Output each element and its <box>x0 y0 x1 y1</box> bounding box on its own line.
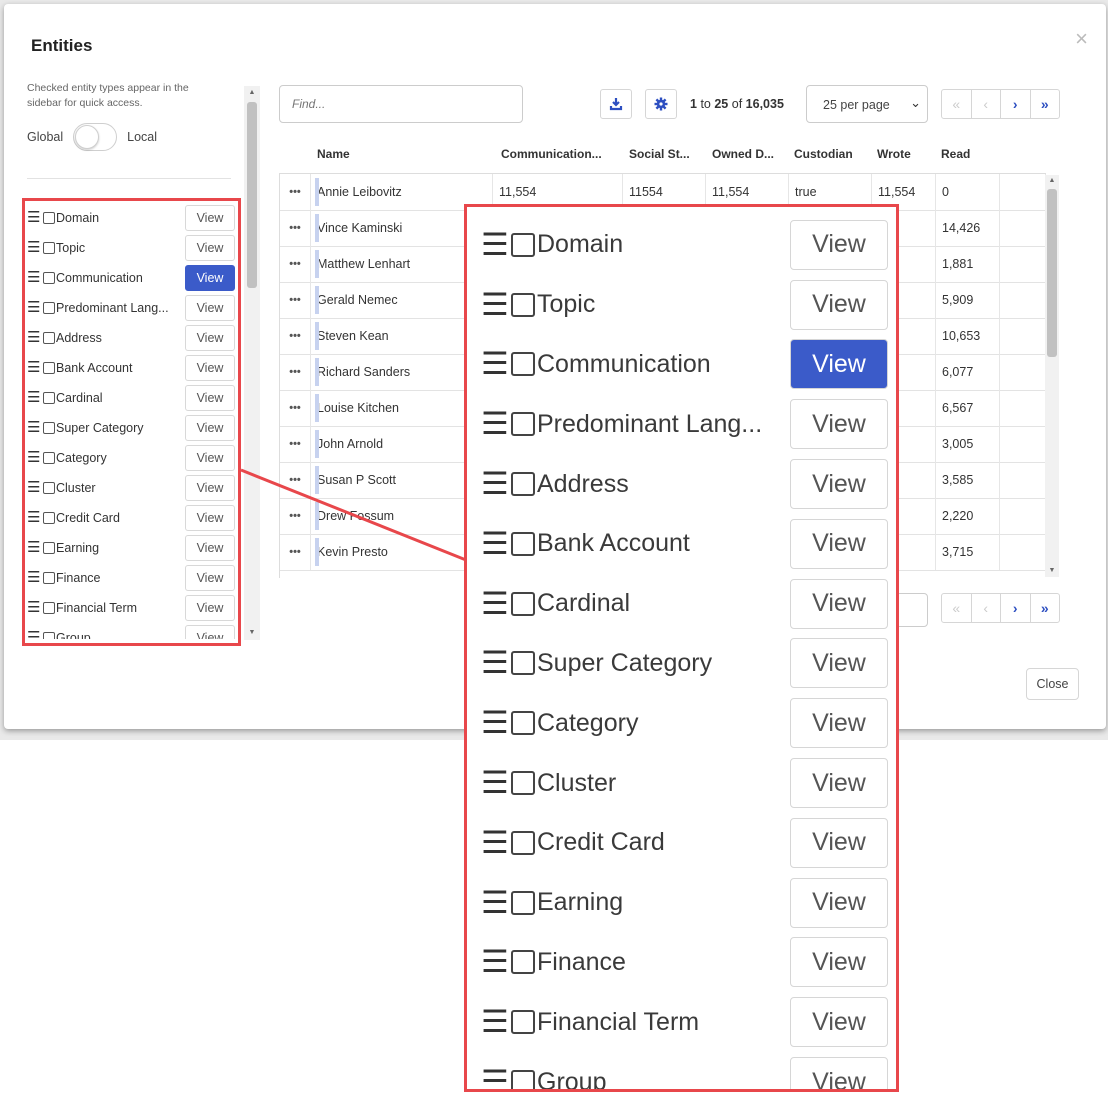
zoomed-entity-type-row: ☰ Category View <box>481 693 896 753</box>
drag-handle-icon[interactable]: ☰ <box>481 827 509 858</box>
entity-type-label: Credit Card <box>537 828 665 857</box>
view-button[interactable]: View <box>790 219 888 270</box>
zoomed-entity-type-row: ☰ Communication View <box>481 335 896 395</box>
entity-type-label: Group <box>537 1067 607 1092</box>
view-button[interactable]: View <box>790 279 888 330</box>
entity-type-label: Domain <box>537 230 624 259</box>
entity-type-label: Cluster <box>537 768 617 797</box>
view-button[interactable]: View <box>790 459 888 510</box>
drag-handle-icon[interactable]: ☰ <box>481 408 509 439</box>
view-button[interactable]: View <box>790 877 888 928</box>
drag-handle-icon[interactable]: ☰ <box>481 229 509 260</box>
zoomed-entity-type-row: ☰ Topic View <box>481 275 896 335</box>
entity-type-label: Cardinal <box>537 589 631 618</box>
drag-handle-icon[interactable]: ☰ <box>481 707 509 738</box>
drag-handle-icon[interactable]: ☰ <box>481 946 509 977</box>
drag-handle-icon[interactable]: ☰ <box>481 588 509 619</box>
zoomed-entity-type-row: ☰ Cardinal View <box>481 574 896 634</box>
zoom-inset: ☰ Domain View ☰ Topic View ☰ Communication View ☰… <box>464 204 899 1092</box>
zoomed-entity-type-row: ☰ Domain View <box>481 215 896 275</box>
view-button[interactable]: View <box>790 339 888 390</box>
drag-handle-icon[interactable]: ☰ <box>481 289 509 320</box>
entity-type-checkbox[interactable] <box>511 950 535 975</box>
entity-type-checkbox[interactable] <box>511 412 535 437</box>
drag-handle-icon[interactable]: ☰ <box>481 528 509 559</box>
zoomed-entity-type-row: ☰ Earning View <box>481 873 896 933</box>
view-button[interactable]: View <box>790 758 888 809</box>
entity-type-checkbox[interactable] <box>511 352 535 377</box>
view-button[interactable]: View <box>790 698 888 749</box>
entity-type-label: Predominant Lang... <box>537 409 763 438</box>
entity-type-label: Communication <box>537 349 711 378</box>
entity-type-label: Topic <box>537 290 596 319</box>
entity-type-checkbox[interactable] <box>511 472 535 497</box>
view-button[interactable]: View <box>790 817 888 868</box>
drag-handle-icon[interactable]: ☰ <box>481 468 509 499</box>
entity-type-checkbox[interactable] <box>511 232 535 257</box>
view-button[interactable]: View <box>790 638 888 689</box>
entity-type-checkbox[interactable] <box>511 292 535 317</box>
zoomed-entity-type-row: ☰ Credit Card View <box>481 813 896 873</box>
zoomed-entity-type-row: ☰ Bank Account View <box>481 514 896 574</box>
entity-type-checkbox[interactable] <box>511 531 535 556</box>
zoomed-entity-type-row: ☰ Cluster View <box>481 753 896 813</box>
view-button[interactable]: View <box>790 937 888 988</box>
entity-type-label: Earning <box>537 888 624 917</box>
drag-handle-icon[interactable]: ☰ <box>481 1006 509 1037</box>
zoomed-entity-type-row: ☰ Predominant Lang... View <box>481 394 896 454</box>
zoomed-entity-type-row: ☰ Super Category View <box>481 634 896 694</box>
entity-type-checkbox[interactable] <box>511 830 535 855</box>
entity-type-checkbox[interactable] <box>511 771 535 796</box>
entity-type-checkbox[interactable] <box>511 1010 535 1035</box>
entity-type-checkbox[interactable] <box>511 591 535 616</box>
view-button[interactable]: View <box>790 518 888 569</box>
entity-type-checkbox[interactable] <box>511 651 535 676</box>
zoomed-entity-type-row: ☰ Finance View <box>481 933 896 993</box>
drag-handle-icon[interactable]: ☰ <box>481 348 509 379</box>
drag-handle-icon[interactable]: ☰ <box>481 1066 509 1089</box>
entity-type-label: Super Category <box>537 648 713 677</box>
entity-type-label: Address <box>537 469 629 498</box>
entity-type-checkbox[interactable] <box>511 1070 535 1089</box>
entity-type-checkbox[interactable] <box>511 711 535 736</box>
zoomed-entity-type-row: ☰ Group View <box>481 1052 896 1092</box>
drag-handle-icon[interactable]: ☰ <box>481 647 509 678</box>
entity-type-checkbox[interactable] <box>511 890 535 915</box>
entity-type-label: Bank Account <box>537 529 690 558</box>
view-button[interactable]: View <box>790 578 888 629</box>
drag-handle-icon[interactable]: ☰ <box>481 887 509 918</box>
zoomed-entity-type-row: ☰ Address View <box>481 454 896 514</box>
drag-handle-icon[interactable]: ☰ <box>481 767 509 798</box>
zoomed-entity-type-list: ☰ Domain View ☰ Topic View ☰ Communication View ☰… <box>481 215 896 1092</box>
view-button[interactable]: View <box>790 399 888 450</box>
view-button[interactable]: View <box>790 997 888 1048</box>
entity-type-label: Finance <box>537 947 626 976</box>
zoomed-entity-type-row: ☰ Financial Term View <box>481 992 896 1052</box>
entity-type-label: Category <box>537 708 639 737</box>
view-button[interactable]: View <box>790 1057 888 1089</box>
entity-type-label: Financial Term <box>537 1007 700 1036</box>
